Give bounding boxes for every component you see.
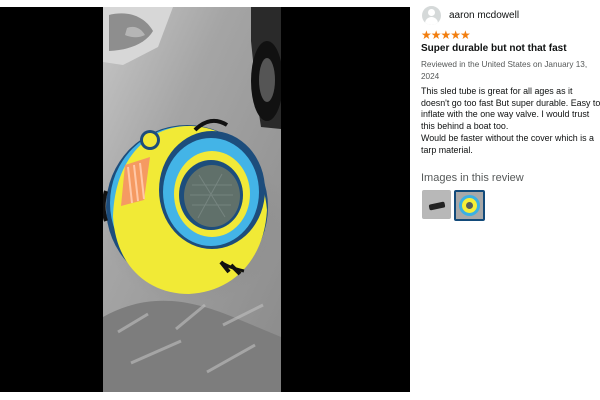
sled-tube-photo-illustration (103, 7, 281, 392)
reviewer-row: aaron mcdowell (422, 6, 519, 25)
image-viewer (0, 7, 410, 392)
thumbnail-ring-center (466, 202, 473, 209)
review-image-modal: aaron mcdowell ★★★★★ Super durable but n… (0, 0, 600, 400)
avatar-head (428, 9, 435, 16)
star-rating: ★★★★★ (421, 28, 471, 42)
main-review-photo[interactable] (103, 7, 281, 392)
avatar-icon (422, 6, 441, 25)
reviewer-name[interactable]: aaron mcdowell (449, 10, 519, 21)
review-thumbnail-1[interactable] (422, 190, 451, 219)
review-body-line: Would be faster without the cover which … (421, 132, 594, 155)
review-metadata: Reviewed in the United States on January… (421, 60, 588, 81)
review-thumbnail-2-selected[interactable] (454, 190, 485, 221)
review-body-line: This sled tube is great for all ages as … (421, 86, 600, 132)
review-headline[interactable]: Super durable but not that fast (421, 43, 567, 54)
avatar-body (425, 17, 438, 25)
review-body: This sled tube is great for all ages as … (421, 86, 600, 156)
review-panel: aaron mcdowell ★★★★★ Super durable but n… (410, 0, 600, 400)
images-heading: Images in this review (421, 172, 524, 184)
